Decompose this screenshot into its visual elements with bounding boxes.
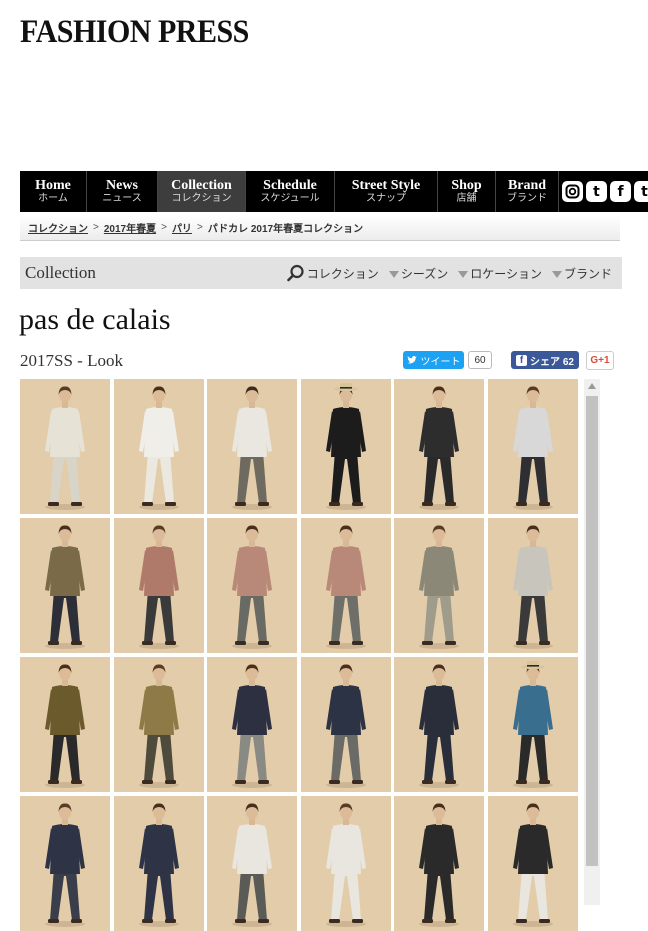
- instagram-icon[interactable]: [562, 181, 583, 202]
- look-thumbnail[interactable]: [113, 796, 204, 931]
- look-thumbnail[interactable]: [394, 796, 485, 931]
- filter-location-label: ロケーション: [470, 266, 542, 281]
- nav-schedule[interactable]: Schedule スケジュール: [246, 171, 335, 212]
- chevron-down-icon: [388, 270, 399, 278]
- grid-scrollbar[interactable]: [584, 379, 600, 905]
- tweet-button[interactable]: ツイート: [403, 351, 464, 369]
- tumblr-icon[interactable]: t: [586, 181, 607, 202]
- look-thumbnail[interactable]: [300, 379, 391, 514]
- nav-home-label: Home: [35, 178, 71, 193]
- nav-news[interactable]: News ニュース: [87, 171, 158, 212]
- filter-brand-label: ブランド: [563, 266, 612, 281]
- look-thumbnail[interactable]: [20, 518, 110, 653]
- main-nav: Home ホーム News ニュース Collection コレクション Sch…: [20, 171, 648, 212]
- look-thumbnail[interactable]: [207, 518, 298, 653]
- nav-collection-sublabel: コレクション: [171, 193, 232, 204]
- nav-home-sublabel: ホーム: [38, 193, 68, 204]
- look-thumbnail[interactable]: [394, 518, 485, 653]
- breadcrumb-separator: >: [196, 222, 203, 233]
- nav-street-style-sublabel: スナップ: [366, 193, 406, 204]
- nav-news-label: News: [106, 178, 138, 193]
- filter-brand[interactable]: ブランド: [551, 265, 612, 282]
- nav-shop-sublabel: 店舗: [456, 193, 477, 204]
- look-thumbnail[interactable]: [113, 379, 204, 514]
- nav-street-style-label: Street Style: [351, 178, 421, 193]
- page-title: pas de calais: [19, 303, 171, 336]
- look-thumbnail[interactable]: [394, 657, 485, 792]
- breadcrumb-separator: >: [161, 222, 167, 233]
- tweet-count: 60: [468, 351, 492, 369]
- look-thumbnail[interactable]: [207, 379, 298, 514]
- nav-collection-label: Collection: [171, 178, 232, 193]
- facebook-share-label: シェア 62: [530, 356, 574, 368]
- nav-collection[interactable]: Collection コレクション: [158, 171, 246, 212]
- site-logo[interactable]: FASHION PRESS: [20, 14, 249, 51]
- nav-brand[interactable]: Brand ブランド: [496, 171, 559, 212]
- breadcrumb: コレクション > 2017年春夏 > パリ > パドカレ 2017年春夏コレクシ…: [20, 215, 620, 241]
- look-thumbnail[interactable]: [20, 796, 110, 931]
- chevron-down-icon: [458, 270, 469, 278]
- collection-bar-title: Collection: [25, 263, 96, 282]
- filter-location[interactable]: ロケーション: [458, 265, 542, 282]
- look-thumbnail[interactable]: [300, 657, 391, 792]
- look-thumbnail[interactable]: [207, 657, 298, 792]
- page-subtitle: 2017SS - Look: [20, 351, 123, 370]
- tweet-label: ツイート: [420, 356, 461, 368]
- facebook-share-button[interactable]: f シェア 62: [511, 351, 579, 369]
- look-thumbnail[interactable]: [487, 379, 578, 514]
- twitter-icon[interactable]: t: [634, 181, 648, 202]
- breadcrumb-city[interactable]: パリ: [172, 220, 192, 235]
- look-thumbnail[interactable]: [20, 657, 110, 792]
- collection-bar: Collection コレクション シーズン ロケーション ブランド: [20, 257, 622, 289]
- scroll-thumb[interactable]: [586, 396, 598, 866]
- gplus-button[interactable]: G+1: [586, 351, 614, 370]
- nav-brand-label: Brand: [507, 178, 547, 193]
- nav-street-style[interactable]: Street Style スナップ: [335, 171, 438, 212]
- nav-schedule-label: Schedule: [263, 178, 317, 193]
- look-thumbnail[interactable]: [113, 518, 204, 653]
- filter-season-label: シーズン: [400, 266, 449, 281]
- look-thumbnail[interactable]: [20, 379, 110, 514]
- filter-season[interactable]: シーズン: [388, 265, 449, 282]
- scroll-up-arrow[interactable]: [588, 383, 596, 389]
- social-links: t f t: [559, 171, 648, 212]
- look-thumbnail[interactable]: [207, 796, 298, 931]
- breadcrumb-season[interactable]: 2017年春夏: [104, 220, 156, 235]
- nav-news-sublabel: ニュース: [102, 193, 142, 204]
- collection-filters: コレクション シーズン ロケーション ブランド: [286, 264, 622, 282]
- search-icon: [286, 264, 304, 282]
- look-thumbnail[interactable]: [394, 379, 485, 514]
- nav-schedule-sublabel: スケジュール: [260, 193, 320, 204]
- breadcrumb-current: パドカレ 2017年春夏コレクション: [207, 224, 364, 235]
- nav-home[interactable]: Home ホーム: [20, 171, 87, 212]
- collection-search-link[interactable]: コレクション: [286, 264, 379, 282]
- nav-brand-sublabel: ブランド: [507, 193, 547, 204]
- look-thumbnail[interactable]: [487, 796, 578, 931]
- twitter-bird-icon: [407, 355, 417, 364]
- nav-shop-label: Shop: [451, 178, 482, 193]
- look-thumbnail[interactable]: [300, 518, 391, 653]
- look-thumbnail[interactable]: [113, 657, 204, 792]
- chevron-down-icon: [551, 270, 562, 278]
- facebook-icon: f: [516, 354, 528, 366]
- collection-search-label: コレクション: [306, 266, 379, 281]
- breadcrumb-separator: >: [93, 222, 99, 233]
- nav-shop[interactable]: Shop 店舗: [438, 171, 496, 212]
- look-thumbnail[interactable]: [300, 796, 391, 931]
- look-thumbnail[interactable]: [487, 657, 578, 792]
- facebook-icon[interactable]: f: [610, 181, 631, 202]
- look-grid: [20, 379, 580, 931]
- breadcrumb-collection[interactable]: コレクション: [28, 220, 88, 235]
- look-thumbnail[interactable]: [487, 518, 578, 653]
